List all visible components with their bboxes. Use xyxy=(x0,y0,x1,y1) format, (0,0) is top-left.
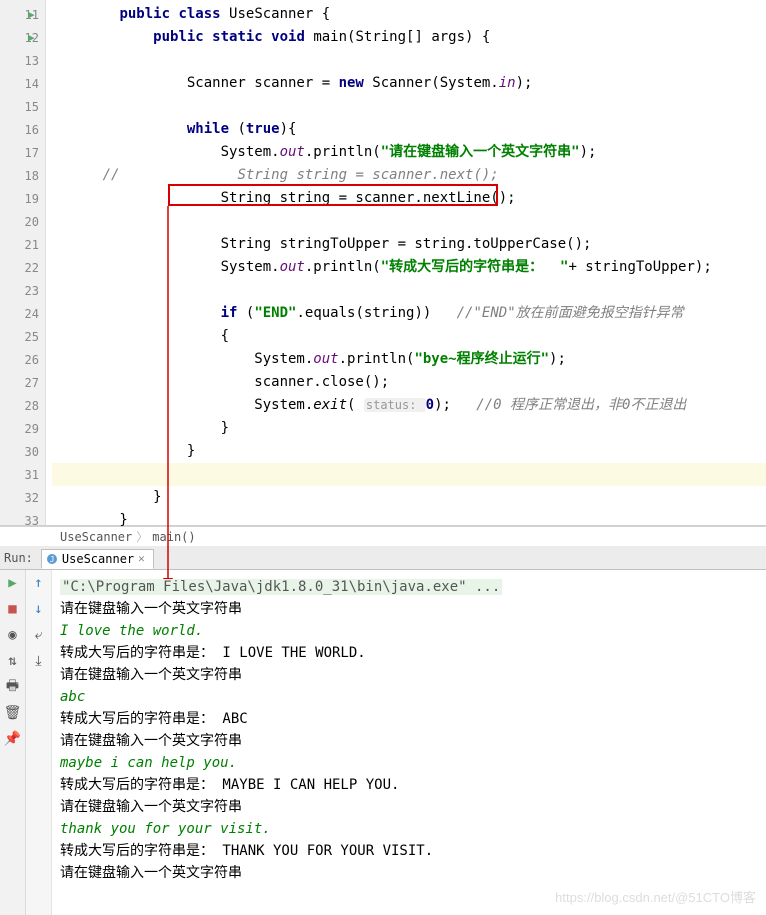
line-number[interactable]: 16 xyxy=(0,118,45,141)
line-number-gutter[interactable]: 11▶12▶1314151617181920212223242526272829… xyxy=(0,0,46,525)
code-line[interactable]: System.out.println("bye~程序终止运行"); xyxy=(52,348,766,371)
console-stdout-line: 转成大写后的字符串是： MAYBE I CAN HELP YOU. xyxy=(60,774,758,796)
svg-text:J: J xyxy=(49,555,54,564)
line-number[interactable]: 18 xyxy=(0,164,45,187)
console-stdout-line: 转成大写后的字符串是： THANK YOU FOR YOUR VISIT. xyxy=(60,840,758,862)
line-number[interactable]: 19 xyxy=(0,187,45,210)
run-toolbar-left: ▶ ■ ◉ ⇅ 🖶 🗑 📌 xyxy=(0,570,26,915)
code-line[interactable]: { xyxy=(52,325,766,348)
code-line[interactable] xyxy=(52,463,766,486)
code-editor[interactable]: public class UseScanner { public static … xyxy=(46,0,766,525)
watermark-text: https://blog.csdn.net/@51CTO博客 xyxy=(555,887,756,909)
line-number[interactable]: 24 xyxy=(0,302,45,325)
pin-button[interactable]: 📌 xyxy=(4,730,22,748)
code-line[interactable]: Scanner scanner = new Scanner(System.in)… xyxy=(52,72,766,95)
dump-button[interactable]: ◉ xyxy=(4,626,22,644)
line-number[interactable]: 14 xyxy=(0,72,45,95)
code-line[interactable]: } xyxy=(52,417,766,440)
run-tab-label: UseScanner xyxy=(62,552,134,566)
soft-wrap-button[interactable]: ⤶ xyxy=(30,626,48,644)
close-icon[interactable]: ✕ xyxy=(138,552,145,565)
highlight-box xyxy=(168,184,498,206)
down-button[interactable]: ↓ xyxy=(30,600,48,618)
line-number[interactable]: 29 xyxy=(0,417,45,440)
console-stdout-line: 转成大写后的字符串是： I LOVE THE WORLD. xyxy=(60,642,758,664)
line-number[interactable]: 33 xyxy=(0,509,45,532)
console-stdin-line: thank you for your visit. xyxy=(60,818,758,840)
line-number[interactable]: 28 xyxy=(0,394,45,417)
code-line[interactable]: } xyxy=(52,509,766,532)
line-number[interactable]: 22 xyxy=(0,256,45,279)
line-number[interactable]: 32 xyxy=(0,486,45,509)
line-number[interactable]: 13 xyxy=(0,49,45,72)
console-stdout-line: 请在键盘输入一个英文字符串 xyxy=(60,664,758,686)
console-stdin-line: I love the world. xyxy=(60,620,758,642)
run-toolbar-inner: ↑ ↓ ⤶ ⤓ xyxy=(26,570,52,915)
code-line[interactable]: public static void main(String[] args) { xyxy=(52,26,766,49)
console-stdout-line: 请在键盘输入一个英文字符串 xyxy=(60,796,758,818)
console-output[interactable]: "C:\Program Files\Java\jdk1.8.0_31\bin\j… xyxy=(52,570,766,915)
line-number[interactable]: 30 xyxy=(0,440,45,463)
console-stdout-line: 请在键盘输入一个英文字符串 xyxy=(60,862,758,884)
code-line[interactable]: public class UseScanner { xyxy=(52,3,766,26)
line-number[interactable]: 17 xyxy=(0,141,45,164)
code-line[interactable]: String stringToUpper = string.toUpperCas… xyxy=(52,233,766,256)
run-tool-bar: Run: J UseScanner ✕ xyxy=(0,546,766,570)
line-number[interactable]: 31 xyxy=(0,463,45,486)
code-line[interactable]: while (true){ xyxy=(52,118,766,141)
layout-button[interactable]: ⇅ xyxy=(4,652,22,670)
code-line[interactable] xyxy=(52,210,766,233)
code-line[interactable]: } xyxy=(52,486,766,509)
line-number[interactable]: 27 xyxy=(0,371,45,394)
code-line[interactable]: System.out.println("请在键盘输入一个英文字符串"); xyxy=(52,141,766,164)
console-stdin-line: abc xyxy=(60,686,758,708)
run-label: Run: xyxy=(4,551,33,565)
code-line[interactable]: if ("END".equals(string)) //"END"放在前面避免报… xyxy=(52,302,766,325)
up-button[interactable]: ↑ xyxy=(30,574,48,592)
delete-button[interactable]: 🗑 xyxy=(4,704,22,722)
line-number[interactable]: 26 xyxy=(0,348,45,371)
rerun-button[interactable]: ▶ xyxy=(4,574,22,592)
code-line[interactable]: } xyxy=(52,440,766,463)
code-line[interactable]: System.exit( status: 0); //0 程序正常退出，非0不正… xyxy=(52,394,766,417)
run-gutter-icon[interactable]: ▶ xyxy=(28,8,35,21)
line-number[interactable]: 20 xyxy=(0,210,45,233)
code-line[interactable] xyxy=(52,279,766,302)
code-line[interactable]: System.out.println("转成大写后的字符串是： "+ strin… xyxy=(52,256,766,279)
console-stdout-line: 请在键盘输入一个英文字符串 xyxy=(60,730,758,752)
code-line[interactable] xyxy=(52,95,766,118)
line-number[interactable]: 23 xyxy=(0,279,45,302)
console-stdout-line: 请在键盘输入一个英文字符串 xyxy=(60,598,758,620)
line-number[interactable]: 12▶ xyxy=(0,26,45,49)
console-panel: ▶ ■ ◉ ⇅ 🖶 🗑 📌 ↑ ↓ ⤶ ⤓ "C:\Program Files\… xyxy=(0,570,766,915)
line-number[interactable]: 15 xyxy=(0,95,45,118)
run-config-tab[interactable]: J UseScanner ✕ xyxy=(41,549,154,569)
scroll-end-button[interactable]: ⤓ xyxy=(30,652,48,670)
console-command-line: "C:\Program Files\Java\jdk1.8.0_31\bin\j… xyxy=(60,576,758,598)
console-stdin-line: maybe i can help you. xyxy=(60,752,758,774)
editor-area: 11▶12▶1314151617181920212223242526272829… xyxy=(0,0,766,526)
line-number[interactable]: 21 xyxy=(0,233,45,256)
line-number[interactable]: 11▶ xyxy=(0,3,45,26)
run-gutter-icon[interactable]: ▶ xyxy=(28,31,35,44)
line-number[interactable]: 25 xyxy=(0,325,45,348)
code-line[interactable]: scanner.close(); xyxy=(52,371,766,394)
stop-button[interactable]: ■ xyxy=(4,600,22,618)
console-stdout-line: 转成大写后的字符串是： ABC xyxy=(60,708,758,730)
print-button[interactable]: 🖶 xyxy=(4,678,22,696)
java-class-icon: J xyxy=(46,553,58,565)
code-line[interactable] xyxy=(52,49,766,72)
